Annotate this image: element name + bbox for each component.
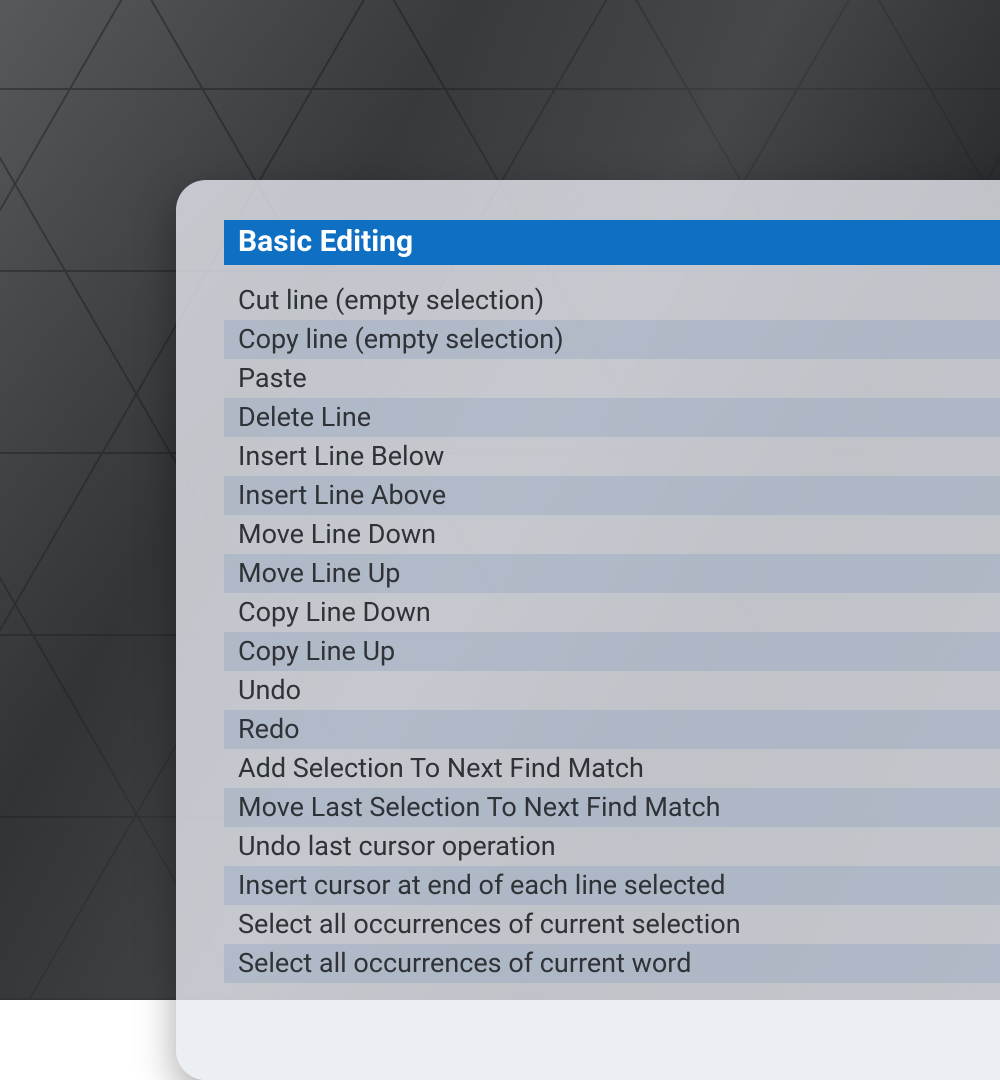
shortcut-label: Copy line (empty selection) <box>238 326 1000 353</box>
shortcut-row: Cut line (empty selection)Ctrl+X <box>224 281 1000 320</box>
shortcut-row: Copy line (empty selection)Ctrl+C <box>224 320 1000 359</box>
shortcut-row: RedoCtrl+Y <box>224 710 1000 749</box>
section-header: Basic Editing <box>224 220 1000 265</box>
shortcut-row: UndoCtrl+Z <box>224 671 1000 710</box>
shortcut-row: Insert Line BelowCtrl+Enter <box>224 437 1000 476</box>
shortcut-row: Add Selection To Next Find MatchCtrl+D <box>224 749 1000 788</box>
shortcut-label: Select all occurrences of current select… <box>238 911 1000 938</box>
shortcut-label: Copy Line Down <box>238 599 1000 626</box>
shortcut-row: Insert Line AboveCtrl+Shift+Enter <box>224 476 1000 515</box>
shortcut-label: Insert cursor at end of each line select… <box>238 872 1000 899</box>
section-title: Basic Editing <box>238 224 413 259</box>
shortcut-label: Insert Line Above <box>238 482 1000 509</box>
shortcut-row: Move Last Selection To Next Find MatchCt… <box>224 788 1000 827</box>
shortcut-label: Undo last cursor operation <box>238 833 1000 860</box>
shortcut-row: Delete LineCtrl+Shift+K <box>224 398 1000 437</box>
shortcut-label: Insert Line Below <box>238 443 1000 470</box>
shortcut-row: Move Line UpAlt+Up <box>224 554 1000 593</box>
shortcut-row: Copy Line DownShift+Alt+Down <box>224 593 1000 632</box>
shortcut-row: Undo last cursor operationCtrl+U <box>224 827 1000 866</box>
shortcut-row: Copy Line UpShift+Alt+Up <box>224 632 1000 671</box>
shortcuts-panel: Basic Editing Cut line (empty selection)… <box>176 180 1000 1080</box>
shortcut-row: Move Line DownAlt+Down <box>224 515 1000 554</box>
shortcut-label: Move Last Selection To Next Find Match <box>238 794 1000 821</box>
shortcut-label: Move Line Up <box>238 560 1000 587</box>
shortcut-label: Add Selection To Next Find Match <box>238 755 1000 782</box>
shortcut-row: PasteCtrl+V <box>224 359 1000 398</box>
shortcut-label: Copy Line Up <box>238 638 1000 665</box>
shortcut-row: Select all occurrences of current select… <box>224 905 1000 944</box>
shortcut-row: Select all occurrences of current wordCt… <box>224 944 1000 983</box>
shortcuts-list: Cut line (empty selection)Ctrl+XCopy lin… <box>232 281 1000 983</box>
shortcut-label: Paste <box>238 365 1000 392</box>
shortcut-label: Delete Line <box>238 404 1000 431</box>
shortcut-row: Insert cursor at end of each line select… <box>224 866 1000 905</box>
shortcut-label: Move Line Down <box>238 521 1000 548</box>
shortcut-label: Select all occurrences of current word <box>238 950 1000 977</box>
shortcut-label: Redo <box>238 716 1000 743</box>
shortcut-label: Undo <box>238 677 1000 704</box>
shortcut-label: Cut line (empty selection) <box>238 287 1000 314</box>
